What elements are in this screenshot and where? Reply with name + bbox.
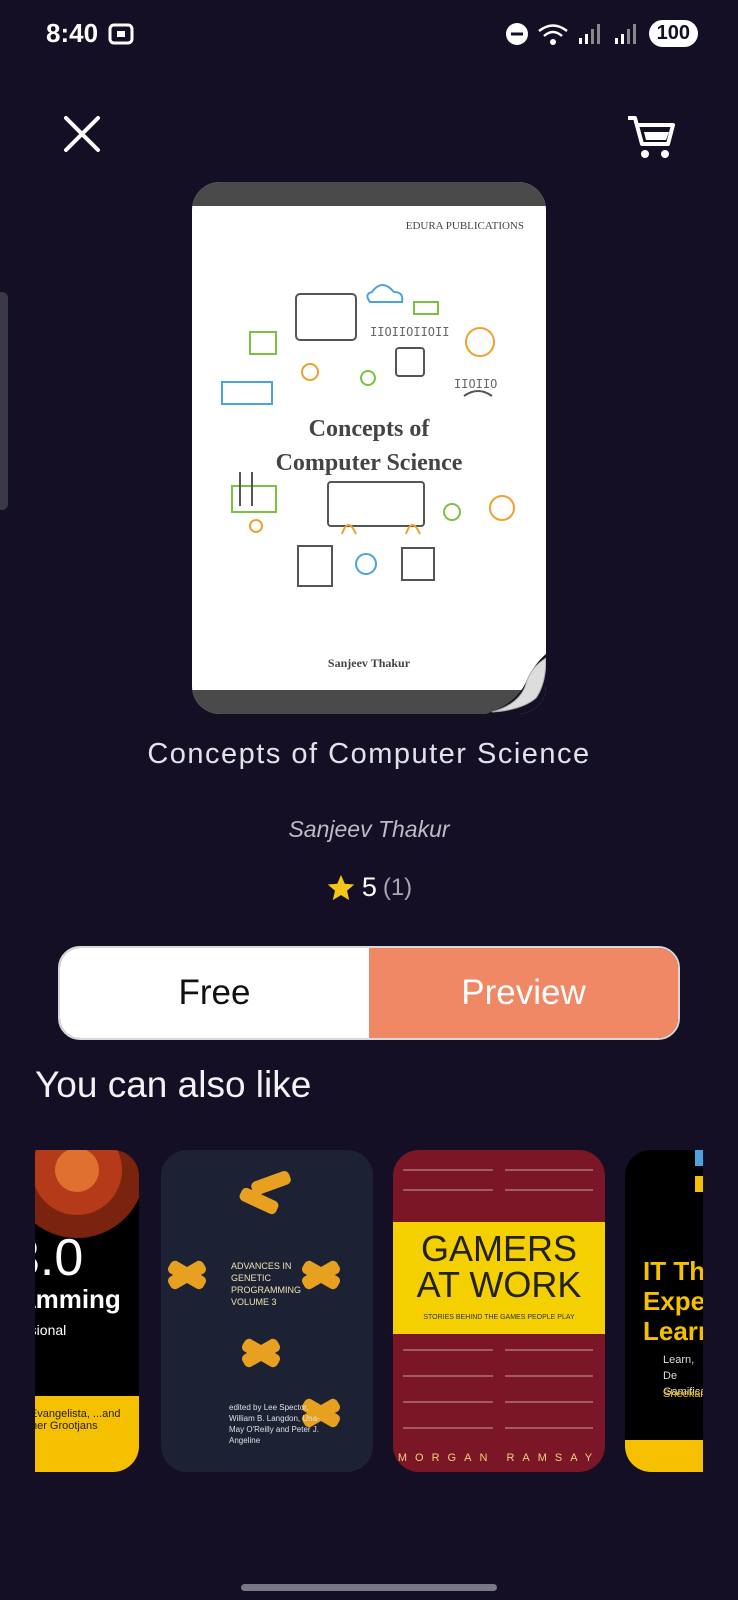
recommendations-carousel[interactable]: 3.0 ramming fessional uro Evangelista, .…: [35, 1150, 703, 1472]
card-title-line1: IT Thr: [643, 1256, 703, 1286]
book-author[interactable]: Sanjeev Thakur: [0, 816, 738, 843]
star-icon: [327, 874, 355, 900]
battery-indicator: 100: [648, 20, 698, 47]
wifi-icon: [537, 23, 568, 45]
preview-button[interactable]: Preview: [369, 948, 678, 1038]
card-author: Sheekan: [663, 1388, 703, 1400]
card-title: IT Thr Exper Learn: [643, 1256, 703, 1346]
cover-title: Concepts of Computer Science: [192, 412, 546, 480]
card-author: MORGAN RAMSAY: [397, 1452, 601, 1464]
recommendation-card[interactable]: IT Thr Exper Learn Learn, De Gamificat S…: [625, 1150, 703, 1472]
book-title: Concepts of Computer Science: [147, 738, 591, 770]
status-bar: 8:40 100: [0, 0, 738, 70]
card-authors: edited by Lee Spector, William B. Langdo…: [229, 1403, 320, 1445]
signal-icon-2: [614, 23, 636, 44]
rating-count: (1): [382, 873, 413, 901]
rating-value: 5: [361, 872, 377, 902]
card-title-line2: AT WORK: [416, 1264, 582, 1305]
page-curl-icon: [486, 654, 546, 714]
get-free-button[interactable]: Free: [60, 948, 369, 1038]
dnd-icon: [505, 22, 528, 45]
cart-icon[interactable]: [626, 112, 676, 162]
card-title: ADVANCES IN GENETIC PROGRAMMING VOLUME 3: [231, 1261, 302, 1307]
card-title-line3: Learn: [643, 1316, 703, 1346]
svg-text:IIOIIOIIOII: IIOIIOIIOII: [370, 325, 449, 339]
recommendation-card[interactable]: GAMERS AT WORK STORIES BEHIND THE GAMES …: [393, 1150, 605, 1472]
side-panel-handle[interactable]: [0, 292, 8, 510]
card-title-line1: 3.0: [35, 1229, 84, 1287]
home-indicator[interactable]: [241, 1584, 497, 1591]
rating: 5 (1): [0, 872, 738, 903]
screen-record-icon: [108, 23, 134, 45]
card-artwork: [393, 1169, 605, 1429]
recommendation-card[interactable]: 3.0 ramming fessional uro Evangelista, .…: [35, 1150, 139, 1472]
close-icon[interactable]: [60, 112, 104, 156]
book-cover[interactable]: EDURA PUBLICATIONS IIOIIOIIOII IIOIIO Co…: [192, 182, 546, 714]
status-time: 8:40: [46, 18, 99, 48]
recommendations-heading: You can also like: [35, 1064, 312, 1105]
card-subtitle: STORIES BEHIND THE GAMES PEOPLE PLAY: [423, 1314, 575, 1321]
card-title-line2: Exper: [643, 1286, 703, 1316]
svg-text:IIOIIO: IIOIIO: [454, 377, 497, 391]
action-buttons: Free Preview: [58, 946, 680, 1040]
card-authors: uro Evangelista, ...and Werner Grootjans: [35, 1408, 121, 1432]
card-title-line2: ramming: [35, 1284, 121, 1314]
card-subtitle: fessional: [35, 1322, 67, 1338]
signal-icon-1: [578, 23, 600, 44]
cover-title-line2: Computer Science: [275, 450, 463, 476]
recommendation-card[interactable]: ADVANCES IN GENETIC PROGRAMMING VOLUME 3…: [161, 1150, 373, 1472]
cover-title-line1: Concepts of: [308, 416, 430, 442]
